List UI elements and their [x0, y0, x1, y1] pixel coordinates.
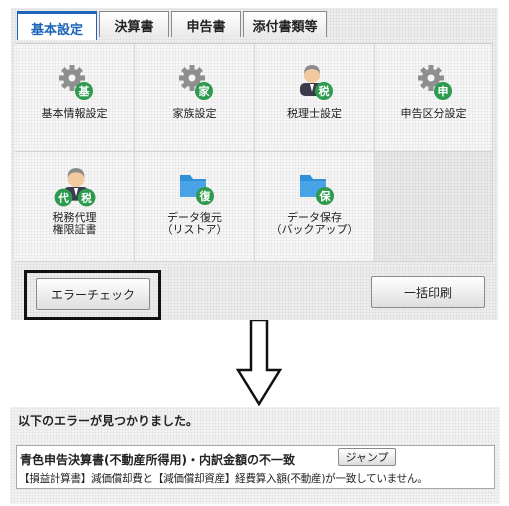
tile-filing-category[interactable]: 申 申告区分設定: [375, 44, 493, 152]
tile-family[interactable]: 家 家族設定: [135, 44, 255, 152]
result-title: 以下のエラーが見つかりました。: [18, 414, 199, 428]
error-result-panel: 以下のエラーが見つかりました。 青色申告決算書(不動産所得用)・内訳金額の不一致…: [10, 407, 500, 504]
tile-data-restore[interactable]: 復 データ復元 （リストア）: [135, 152, 255, 262]
error-detail: 【損益計算書】減価償却費と【減価償却資産】経費算入額(不動産)が一致していません…: [19, 473, 428, 485]
tab-bar: 基本設定 決算書 申告書 添付書類等: [17, 11, 329, 40]
folder-icon: 復: [179, 175, 214, 205]
tile-label: データ復元 （リストア）: [161, 211, 228, 236]
tab-tax-return[interactable]: 申告書: [171, 11, 241, 37]
tile-data-backup[interactable]: 保 データ保存 （バックアップ）: [255, 152, 375, 262]
svg-text:申: 申: [437, 84, 448, 98]
error-item: 青色申告決算書(不動産所得用)・内訳金額の不一致 ジャンプ 【損益計算書】減価償…: [16, 445, 495, 489]
svg-text:代: 代: [57, 192, 69, 205]
svg-text:基: 基: [77, 84, 90, 98]
tile-label: 申告区分設定: [400, 107, 467, 120]
tab-basic-settings[interactable]: 基本設定: [17, 11, 97, 40]
svg-text:家: 家: [198, 84, 210, 98]
settings-panel: 基本設定 決算書 申告書 添付書類等 基 基本情報設定 家 家族設定 税 税理士…: [11, 8, 498, 320]
error-check-button[interactable]: エラーチェック: [36, 278, 150, 310]
settings-tile-grid: 基 基本情報設定 家 家族設定 税 税理士設定 申 申告区分設定 代 税 税務代…: [15, 43, 493, 262]
tile-tax-agent-authority[interactable]: 代 税 税務代理 権限証書: [15, 152, 135, 262]
tile-label: データ保存 （バックアップ）: [270, 211, 359, 236]
svg-text:復: 復: [198, 189, 211, 203]
gear-icon: 家: [178, 65, 213, 100]
tile-label: 基本情報設定: [41, 107, 108, 120]
svg-text:税: 税: [81, 192, 92, 205]
tile-label: 税理士設定: [287, 107, 342, 120]
tile-label: 税務代理 権限証書: [52, 211, 97, 236]
person-icon: 税: [299, 65, 333, 100]
batch-print-button[interactable]: 一括印刷: [371, 276, 485, 308]
folder-icon: 保: [299, 175, 334, 205]
tab-attachments[interactable]: 添付書類等: [243, 11, 327, 37]
tile-label: 家族設定: [172, 107, 217, 120]
svg-text:税: 税: [318, 84, 329, 98]
gear-icon: 申: [417, 65, 452, 100]
empty-tile: [375, 152, 493, 262]
down-arrow-icon: [236, 320, 282, 406]
tile-tax-accountant[interactable]: 税 税理士設定: [255, 44, 375, 152]
person-icon: 代 税: [54, 168, 95, 207]
error-heading: 青色申告決算書(不動産所得用)・内訳金額の不一致: [20, 453, 295, 467]
gear-icon: 基: [58, 65, 93, 100]
jump-button[interactable]: ジャンプ: [338, 448, 396, 466]
tile-basic-info[interactable]: 基 基本情報設定: [15, 44, 135, 152]
svg-text:保: 保: [318, 189, 331, 203]
tab-financial-statements[interactable]: 決算書: [99, 11, 169, 37]
